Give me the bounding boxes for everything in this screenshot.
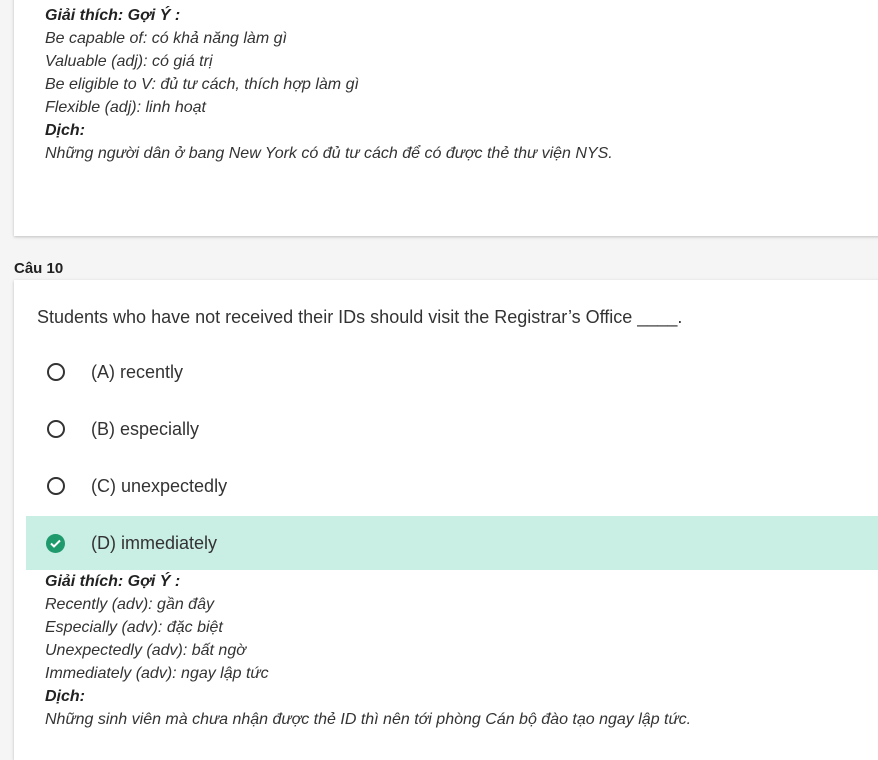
radio-icon[interactable] bbox=[47, 420, 65, 438]
explanation-heading: Giải thích: Gợi Ý : bbox=[45, 573, 181, 590]
explanation-line: Valuable (adj): có giá trị bbox=[45, 53, 213, 70]
check-circle-icon[interactable] bbox=[46, 533, 65, 553]
question-text: Students who have not received their IDs… bbox=[37, 307, 683, 327]
option-a[interactable]: (A) recently bbox=[26, 345, 878, 399]
translation-text: Những người dân ở bang New York có đủ tư… bbox=[45, 145, 613, 162]
radio-icon[interactable] bbox=[47, 363, 65, 381]
explanation-line: Immediately (adv): ngay lập tức bbox=[45, 665, 269, 682]
translation-heading: Dịch: bbox=[45, 122, 85, 139]
explanation-line: Especially (adv): đặc biệt bbox=[45, 619, 223, 636]
answer-explanation: Giải thích: Gợi Ý : Recently (adv): gần … bbox=[45, 570, 691, 731]
explanation-line: Recently (adv): gần đây bbox=[45, 596, 214, 613]
option-label: (C) unexpectedly bbox=[91, 475, 228, 496]
translation-text: Những sinh viên mà chưa nhận được thẻ ID… bbox=[45, 711, 692, 728]
question-number: Câu 10 bbox=[14, 260, 64, 277]
radio-icon[interactable] bbox=[47, 477, 65, 495]
option-label: (B) especially bbox=[91, 418, 200, 439]
explanation-line: Be eligible to V: đủ tư cách, thích hợp … bbox=[45, 76, 359, 93]
previous-explanation: Giải thích: Gợi Ý : Be capable of: có kh… bbox=[45, 4, 613, 165]
explanation-line: Be capable of: có khả năng làm gì bbox=[45, 30, 287, 47]
option-b[interactable]: (B) especially bbox=[26, 402, 878, 456]
explanation-line: Flexible (adj): linh hoạt bbox=[45, 99, 206, 116]
option-d[interactable]: (D) immediately bbox=[26, 516, 878, 570]
question-card: Students who have not received their IDs… bbox=[14, 280, 878, 760]
translation-heading: Dịch: bbox=[45, 688, 85, 705]
explanation-heading: Giải thích: Gợi Ý : bbox=[45, 7, 181, 24]
option-label: (D) immediately bbox=[91, 532, 218, 553]
option-label: (A) recently bbox=[91, 361, 184, 382]
previous-question-card: Giải thích: Gợi Ý : Be capable of: có kh… bbox=[14, 0, 878, 236]
option-c[interactable]: (C) unexpectedly bbox=[26, 459, 878, 513]
explanation-line: Unexpectedly (adv): bất ngờ bbox=[45, 642, 246, 659]
